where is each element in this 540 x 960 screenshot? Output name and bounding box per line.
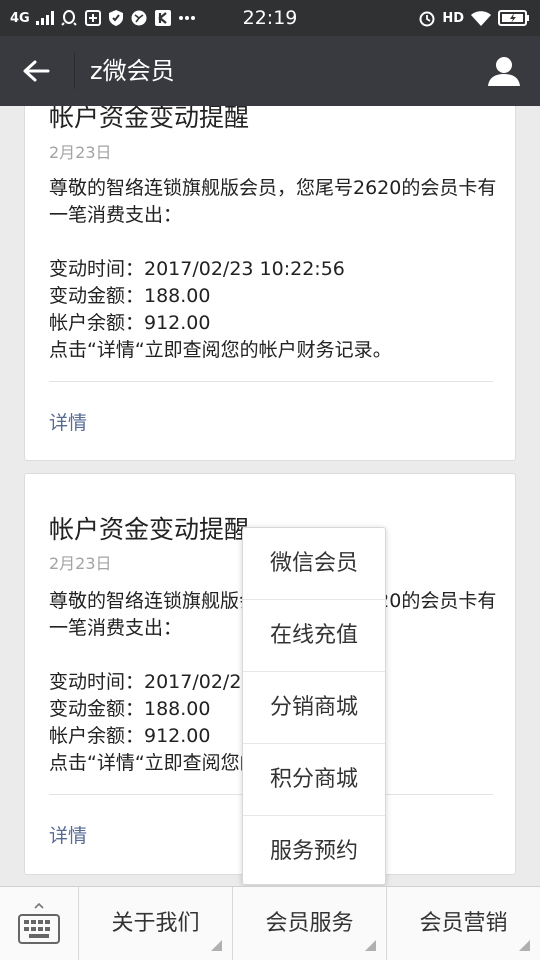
menu-member-marketing-label: 会员营销 [419,911,508,936]
message-date: 2月23日 [49,554,112,573]
menu-item-distribution-mall[interactable]: 分销商城 [243,672,385,744]
back-button[interactable] [0,36,72,106]
back-arrow-icon [23,60,50,82]
battery-icon [498,10,530,26]
keyboard-icon [18,902,60,944]
nav-divider [74,53,75,89]
nav-bar: z微会员 [0,36,540,106]
message-date: 2月23日 [49,143,112,162]
service-submenu: 微信会员 在线充值 分销商城 积分商城 服务预约 [242,527,386,885]
wifi-icon [470,10,492,26]
status-right: HD [418,0,530,36]
submenu-indicator-icon [519,940,530,951]
card-divider [49,381,493,382]
menu-about-us[interactable]: 关于我们 [78,887,232,960]
details-link[interactable]: 详情 [49,821,87,848]
details-link[interactable]: 详情 [49,408,87,435]
page-title: z微会员 [90,57,175,85]
message-title: 帐户资金变动提醒 [49,515,250,544]
menu-about-us-label: 关于我们 [111,911,200,936]
hd-label: HD [442,10,464,26]
menu-item-service-booking[interactable]: 服务预约 [243,816,385,888]
message-title: 帐户资金变动提醒 [49,106,250,132]
user-icon [488,57,520,86]
menu-item-wechat-member[interactable]: 微信会员 [243,528,385,600]
profile-button[interactable] [474,36,534,106]
message-body: 尊敬的智络连锁旗舰版会员，您尾号2620的会员卡有一笔消费支出： 变动时间：20… [49,177,497,361]
status-bar: 4G 22:19 HD [0,0,540,36]
keyboard-toggle-button[interactable] [0,887,78,960]
menu-member-marketing[interactable]: 会员营销 [386,887,540,960]
alarm-icon [418,9,436,27]
bottom-menu-bar: 关于我们 会员服务 会员营销 [0,886,540,960]
menu-item-online-recharge[interactable]: 在线充值 [243,600,385,672]
menu-member-service-label: 会员服务 [265,911,354,936]
submenu-indicator-icon [211,940,222,951]
message-card: 帐户资金变动提醒 2月23日 尊敬的智络连锁旗舰版会员，您尾号2620的会员卡有… [24,106,516,461]
menu-item-points-mall[interactable]: 积分商城 [243,744,385,816]
menu-member-service[interactable]: 会员服务 [232,887,386,960]
submenu-indicator-icon [365,940,376,951]
